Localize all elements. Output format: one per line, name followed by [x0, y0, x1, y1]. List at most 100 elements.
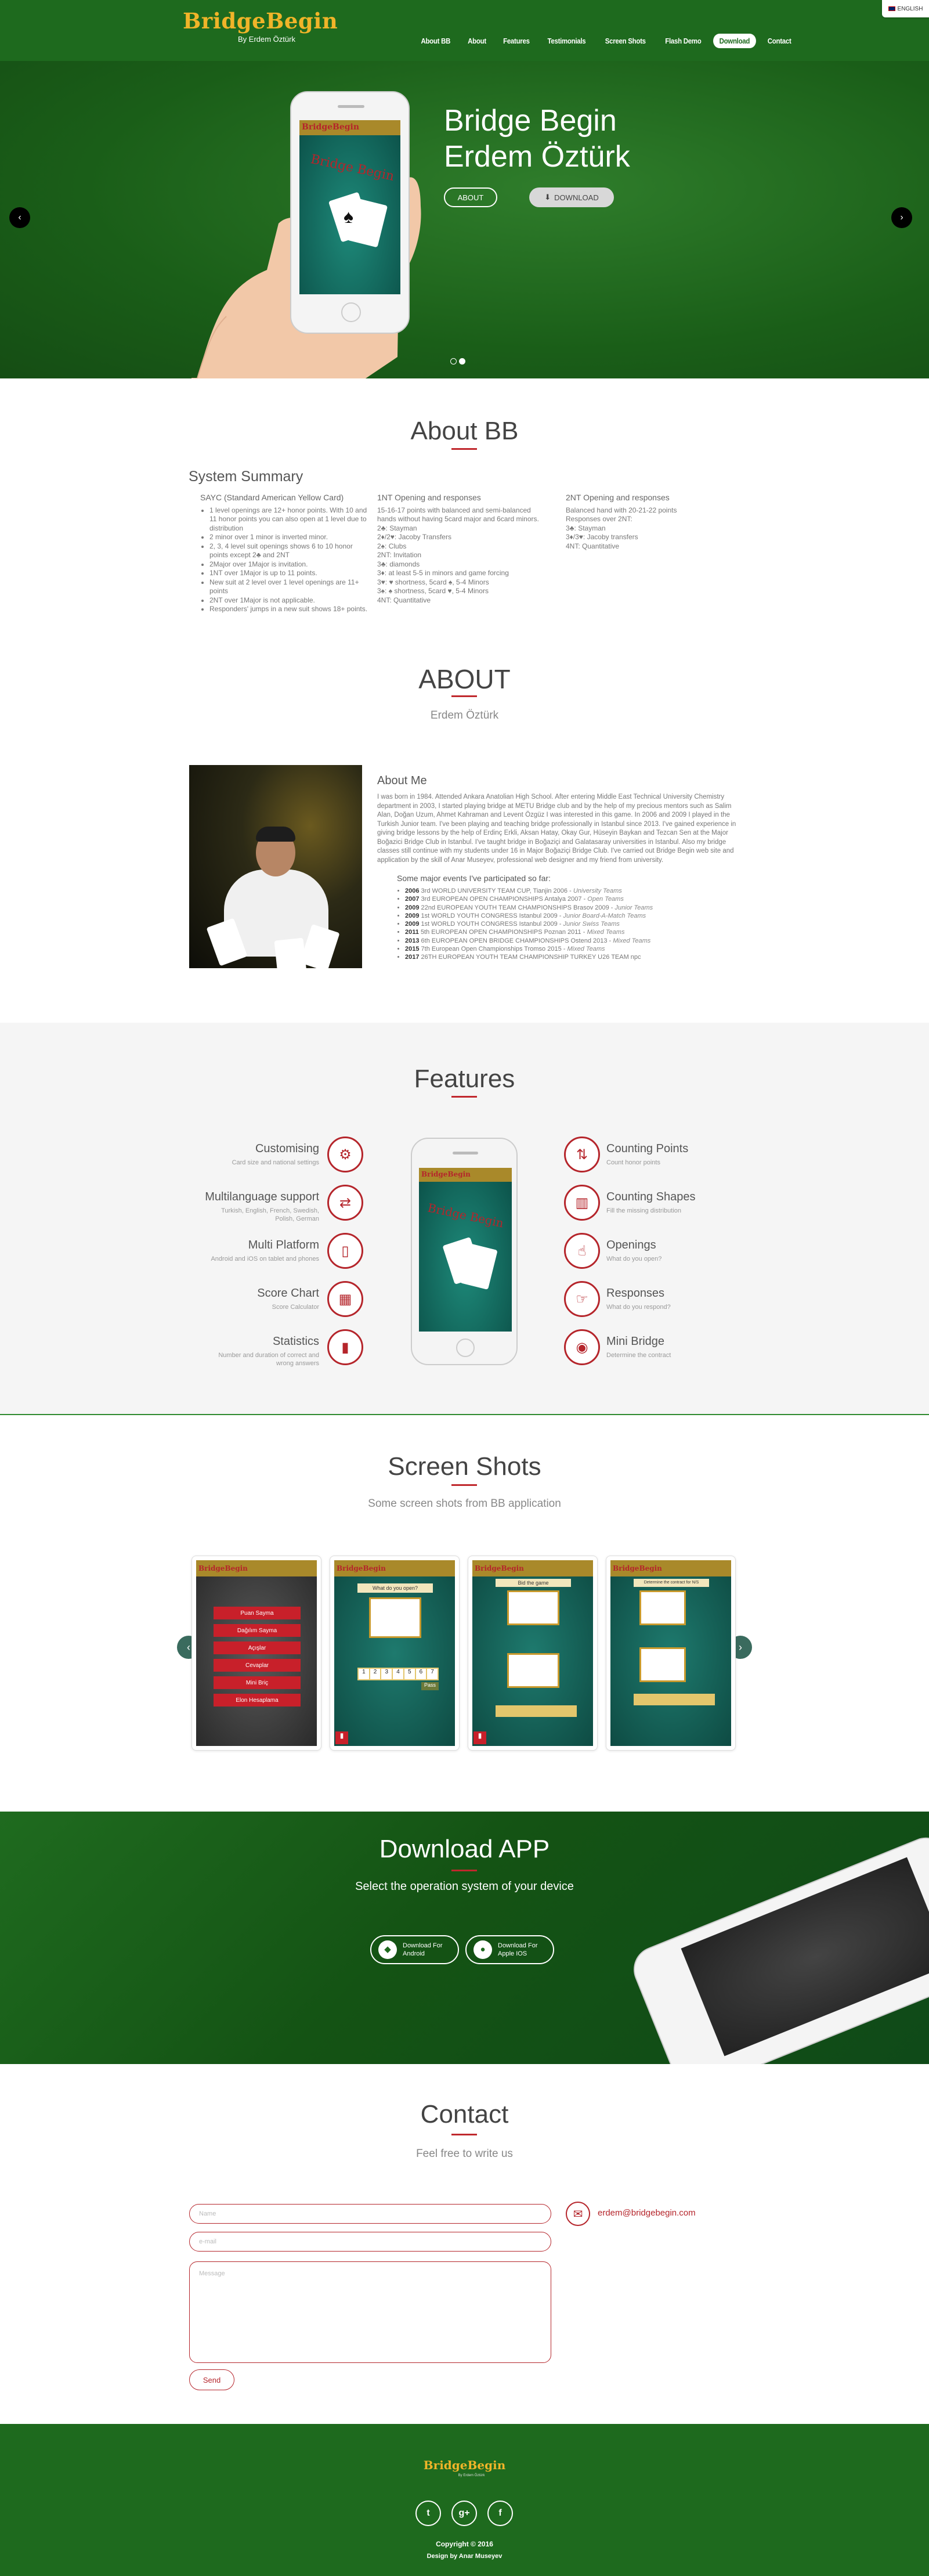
language-selector[interactable]: ENGLISH: [882, 0, 929, 17]
email-input[interactable]: e-mail: [189, 2232, 551, 2252]
nav-download[interactable]: Download: [713, 34, 757, 48]
sayc-title: SAYC (Standard American Yellow Card): [200, 493, 344, 502]
section-divider: [451, 1096, 477, 1098]
nav-about-bb[interactable]: About BB: [415, 34, 457, 48]
list-item: 2♦/2♥: Jacoby Transfers: [377, 533, 451, 541]
hero-download-button[interactable]: ⬇ DOWNLOAD: [529, 187, 614, 207]
list-item: New suit at 2 level over 1 level opening…: [209, 578, 368, 596]
twitter-icon[interactable]: t: [415, 2501, 441, 2526]
phone-app-logo: BridgeBegin: [421, 1170, 471, 1178]
list-item: Responders' jumps in a new suit shows 18…: [209, 605, 368, 614]
hero-prev-arrow-icon[interactable]: ‹: [9, 207, 30, 228]
footer-logo-subtitle: By Erdem Öztürk: [458, 2474, 485, 2477]
nav-features[interactable]: Features: [497, 34, 536, 48]
hand-box: [507, 1590, 559, 1625]
list-item: 2015 7th European Open Championships Tro…: [405, 945, 745, 953]
screenshot-mini-bridge[interactable]: BridgeBegin Determine the contract for N…: [606, 1556, 736, 1751]
list-item: 2009 1st WORLD YOUTH CONGRESS Istanbul 2…: [405, 920, 745, 928]
list-item: 2NT: Invitation: [377, 551, 422, 559]
slider-dot-active[interactable]: [459, 358, 465, 365]
bid-keys: [634, 1694, 715, 1705]
list-item: 1NT over 1Major is up to 11 points.: [209, 569, 368, 578]
contact-title: Contact: [420, 2100, 509, 2128]
mobile-icon: ▯: [327, 1233, 363, 1269]
list-item: 4NT: Quantitative: [566, 542, 620, 550]
google-plus-icon[interactable]: g+: [451, 2501, 477, 2526]
system-summary-title: System Summary: [189, 468, 303, 485]
phone-speaker: [338, 105, 364, 108]
phone-app-logo: BridgeBegin: [302, 122, 360, 132]
menu-button: Açışlar: [214, 1641, 301, 1654]
envelope-icon: ✉: [566, 2202, 590, 2226]
sort-numbers-icon: ⇅: [564, 1137, 600, 1172]
events-list: 2006 3rd WORLD UNIVERSITY TEAM CUP, Tian…: [397, 887, 745, 962]
sayc-list: 1 level openings are 12+ honor points. W…: [200, 506, 368, 614]
hero-next-arrow-icon[interactable]: ›: [891, 207, 912, 228]
screenshot-bid-game[interactable]: BridgeBegin Bid the game ▮: [468, 1556, 598, 1751]
list-item: 2 minor over 1 minor is inverted minor.: [209, 533, 368, 542]
language-label: ENGLISH: [897, 5, 923, 12]
hero-phone: BridgeBegin Bridge Begin ♠: [290, 91, 410, 334]
about-title: ABOUT: [418, 664, 511, 694]
name-input[interactable]: Name: [189, 2204, 551, 2224]
copyright-text: Copyright © 2016: [436, 2540, 493, 2548]
section-divider: [451, 1870, 477, 1871]
screenshot-openings[interactable]: BridgeBegin What do you open? 1234567 Pa…: [330, 1556, 460, 1751]
nav-about[interactable]: About: [461, 34, 492, 48]
list-item: 3♠: ♠ shortness, 5card ♥, 5-4 Minors: [377, 587, 489, 595]
site-header: BridgeBegin By Erdem Öztürk About BB Abo…: [0, 0, 929, 61]
list-item: Responses over 2NT:: [566, 515, 632, 523]
section-divider: [451, 2134, 477, 2135]
slider-dot[interactable]: [450, 358, 457, 365]
send-button[interactable]: Send: [189, 2369, 234, 2390]
shot-app-bar: BridgeBegin: [334, 1560, 455, 1576]
list-item: 2007 3rd EUROPEAN OPEN CHAMPIONSHIPS Ant…: [405, 895, 745, 903]
question-box: Bid the game: [496, 1579, 571, 1587]
translate-icon: ⇄: [327, 1185, 363, 1221]
feature-multilanguage: Multilanguage support Turkish, English, …: [205, 1190, 319, 1222]
nav-screen-shots[interactable]: Screen Shots: [599, 34, 652, 48]
section-divider: [451, 695, 477, 697]
hero-download-label: DOWNLOAD: [554, 193, 599, 202]
phone-app-watermark: Bridge Begin: [309, 152, 396, 184]
footer-logo[interactable]: BridgeBegin: [0, 2458, 929, 2472]
hero-about-button[interactable]: ABOUT: [444, 187, 497, 207]
list-item: 2017 26TH EUROPEAN YOUTH TEAM CHAMPIONSH…: [405, 953, 745, 961]
section-divider: [451, 448, 477, 450]
about-bb-title: About BB: [410, 417, 519, 445]
sayc-column: SAYC (Standard American Yellow Card) 1 l…: [200, 493, 368, 614]
screenshots-title: Screen Shots: [388, 1452, 541, 1481]
list-item: 2006 3rd WORLD UNIVERSITY TEAM CUP, Tian…: [405, 887, 745, 895]
download-ios-button[interactable]: ● Download For Apple IOS: [465, 1935, 554, 1964]
message-textarea[interactable]: Message: [189, 2261, 551, 2363]
list-item: Balanced hand with 20-21-22 points: [566, 506, 677, 514]
about-me-title: About Me: [377, 774, 427, 787]
list-item: 2009 22nd EUROPEAN YOUTH TEAM CHAMPIONSH…: [405, 904, 745, 912]
menu-button: Elon Hesaplama: [214, 1694, 301, 1706]
feature-openings: Openings What do you open?: [606, 1239, 662, 1262]
list-item: 3♦/3♥: Jacoby transfers: [566, 533, 638, 541]
nav-flash-demo[interactable]: Flash Demo: [659, 34, 707, 48]
download-android-button[interactable]: ◆ Download For Android: [370, 1935, 459, 1964]
shot-app-bar: BridgeBegin: [196, 1560, 317, 1576]
download-section: Download APP Select the operation system…: [0, 1812, 929, 2064]
nav-contact[interactable]: Contact: [761, 34, 797, 48]
list-item: 3♣: diamonds: [377, 560, 420, 568]
contact-email-link[interactable]: erdem@bridgebegin.com: [598, 2208, 696, 2218]
events-title: Some major events I've participated so f…: [397, 874, 551, 883]
list-item: 3♥: ♥ shortness, 5card ♠, 5-4 Minors: [377, 578, 489, 586]
hand-box: [639, 1647, 686, 1682]
list-item: 2009 1st WORLD YOUTH CONGRESS Istanbul 2…: [405, 912, 745, 920]
facebook-icon[interactable]: f: [487, 2501, 513, 2526]
2nt-title: 2NT Opening and responses: [566, 493, 670, 502]
bid-keys: [496, 1705, 577, 1717]
screenshot-menu[interactable]: BridgeBegin Puan Sayma Dağılım Sayma Açı…: [191, 1556, 321, 1751]
slider-dots: [450, 358, 465, 365]
list-item: 2♠: Clubs: [377, 542, 407, 550]
site-logo[interactable]: BridgeBegin: [183, 8, 338, 34]
nav-testimonials[interactable]: Testimonials: [541, 34, 592, 48]
hand-box: [507, 1653, 559, 1688]
menu-button: Cevaplar: [214, 1659, 301, 1672]
phone-home-button: [456, 1338, 475, 1357]
about-subtitle: Erdem Öztürk: [430, 709, 499, 721]
